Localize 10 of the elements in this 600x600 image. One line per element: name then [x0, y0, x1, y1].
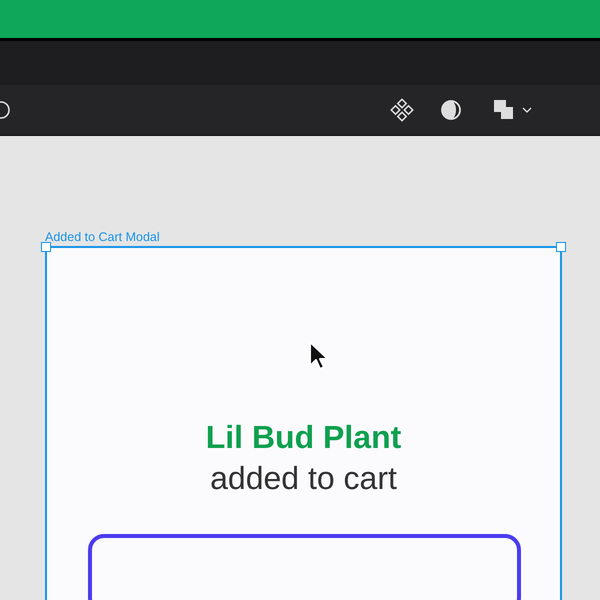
caret-icon: [522, 106, 532, 114]
contrast-icon[interactable]: [440, 99, 462, 121]
stack-icon: [494, 100, 514, 120]
cart-message: added to cart: [209, 459, 398, 498]
cart-button[interactable]: [88, 534, 521, 600]
resize-handle[interactable]: [41, 242, 51, 252]
boolean-dropdown[interactable]: [494, 100, 532, 120]
product-title: Lil Bud Plant: [204, 418, 402, 456]
component-icon[interactable]: [390, 98, 414, 122]
resize-handle[interactable]: [556, 242, 566, 252]
